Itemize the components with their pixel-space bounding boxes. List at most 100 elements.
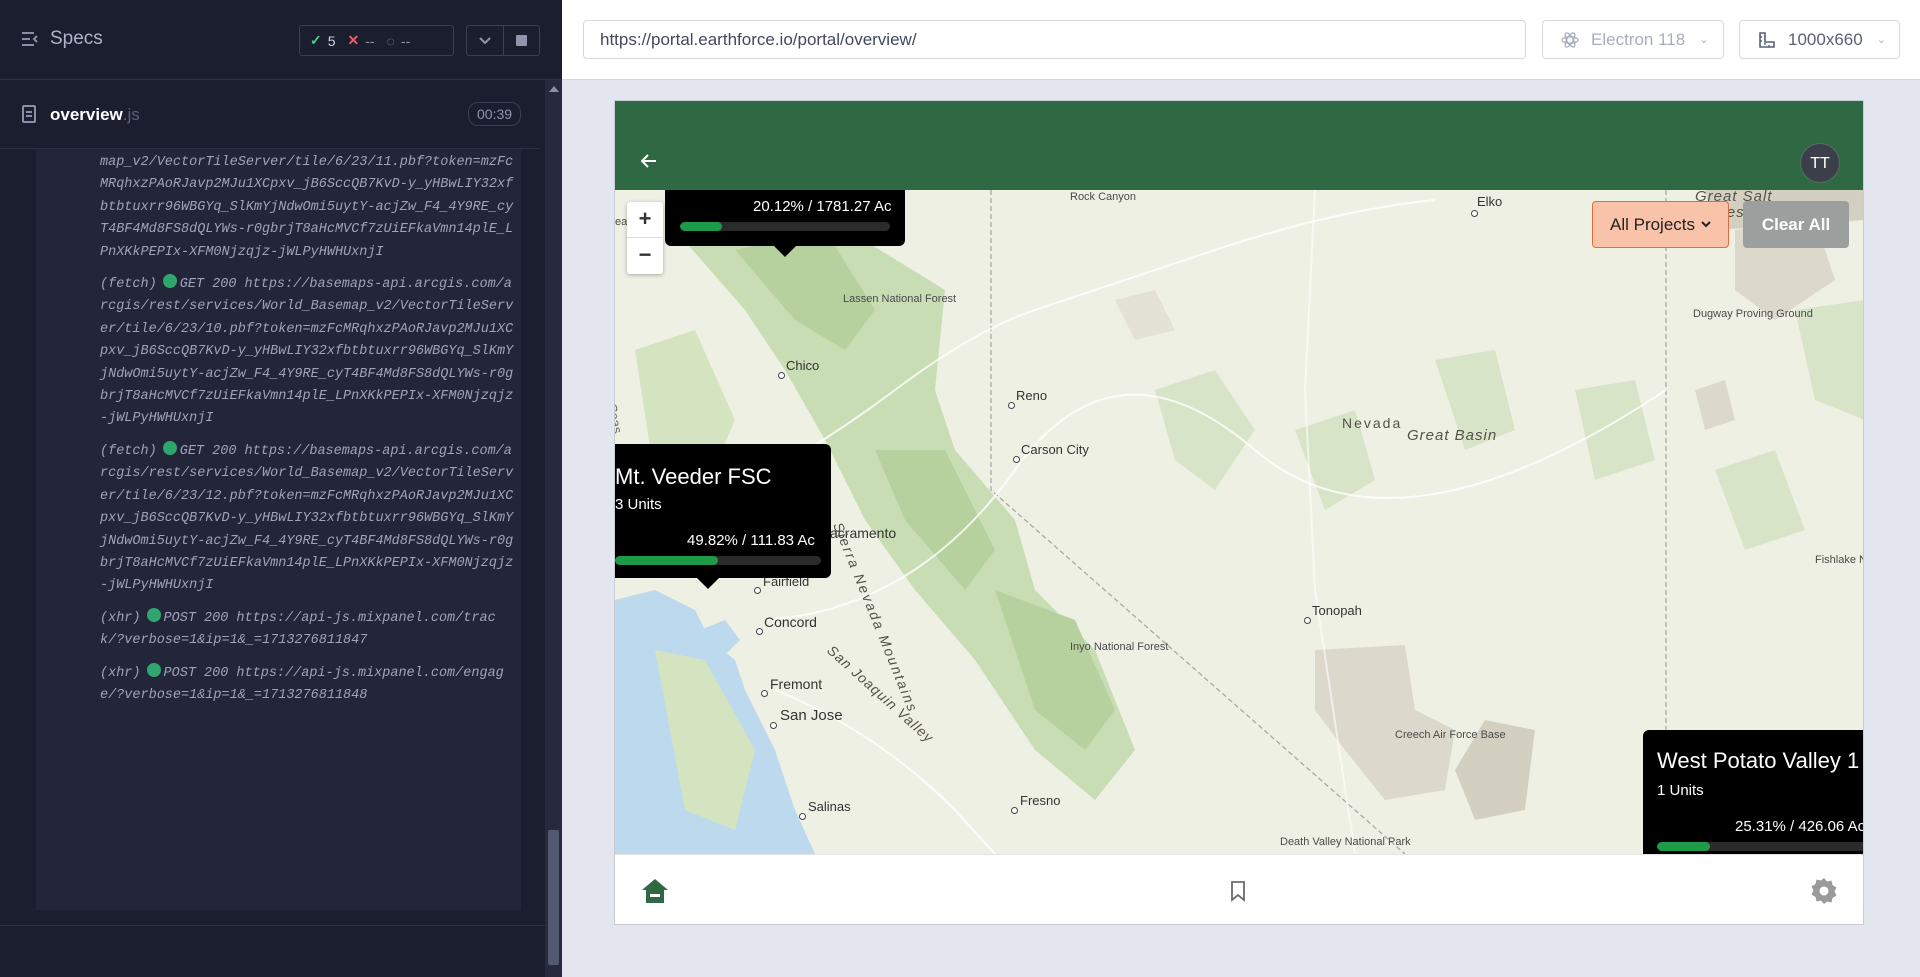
spec-ext-text: .js (122, 105, 140, 124)
command-log: map_v2/VectorTileServer/tile/6/23/11.pbf… (36, 149, 521, 910)
url-field[interactable]: https://portal.earthforce.io/portal/over… (583, 20, 1526, 59)
map-label-fremont: Fremont (770, 676, 823, 692)
chevron-down-icon (1701, 221, 1711, 228)
failed-count: -- (365, 32, 375, 49)
city-marker (1013, 456, 1020, 463)
pending-count: -- (400, 32, 411, 49)
map-label-salinas: Salinas (808, 799, 851, 814)
zoom-control: + − (627, 202, 663, 274)
back-arrow-icon[interactable] (640, 149, 657, 175)
status-dot-icon (162, 274, 177, 289)
city-marker (761, 690, 768, 697)
passed-count: 5 (327, 32, 336, 49)
project-popup-mt-veeder[interactable]: Mt. Veeder FSC 3 Units 49.82% / 111.83 A… (615, 444, 831, 589)
viewport-selector[interactable]: 1000x660 ⌄ (1739, 20, 1900, 59)
map-label-lassen: Lassen National Forest (843, 293, 957, 305)
map-label-concord: Concord (764, 614, 817, 630)
reporter-scrollbar[interactable] (545, 80, 562, 977)
list-collapse-icon (22, 32, 38, 46)
bottom-nav (615, 854, 1863, 924)
log-entry-text: POST 200 https://api-js.mixpanel.com/eng… (100, 665, 504, 703)
city-marker (1304, 617, 1311, 624)
clear-all-button[interactable]: Clear All (1743, 201, 1849, 248)
log-entry[interactable]: (fetch) GET 200 https://basemaps-api.arcg… (36, 274, 521, 431)
map-label-death-valley: Death Valley National Park (1280, 836, 1411, 848)
log-entry[interactable]: (xhr) POST 200 https://api-js.mixpanel.co… (36, 607, 521, 653)
aut-toolbar: https://portal.earthforce.io/portal/over… (562, 0, 1920, 80)
zoom-out-button[interactable]: − (627, 238, 663, 274)
reporter-footer-divider (0, 925, 545, 926)
project-progress-fill (1657, 842, 1711, 851)
spec-file-name: overview.js (50, 105, 140, 125)
stop-icon (516, 35, 527, 46)
map-label-chico: Chico (786, 358, 820, 373)
project-name: Mt. Veeder FSC (615, 464, 772, 489)
map-label-carson-city: Carson City (1021, 442, 1089, 457)
projects-map[interactable]: Rock Canyon Elko Great Salt Desert Dugwa… (615, 190, 1864, 854)
map-label-creech: Creech Air Force Base (1395, 729, 1506, 741)
spinner-icon: ◌ (386, 32, 395, 49)
specs-toggle-button[interactable]: Specs (22, 28, 103, 50)
passed-stat: ✓ 5 (310, 32, 336, 49)
project-progress-text: 25.31% / 426.06 Ac (1735, 818, 1864, 835)
city-marker (1011, 807, 1018, 814)
project-progress-bar (680, 222, 890, 231)
map-label-inyo: Inyo National Forest (1070, 641, 1169, 653)
test-stats: ✓ 5 ✕ -- ◌ -- (299, 25, 454, 56)
map-label-nevada: Nevada (1342, 415, 1403, 431)
city-marker (799, 813, 806, 820)
city-marker (1008, 402, 1015, 409)
project-progress-text: 49.82% / 111.83 Ac (687, 532, 815, 549)
spec-name-text: overview (50, 105, 123, 124)
project-popup[interactable]: 20.12% / 1781.27 Ac (665, 190, 905, 257)
app-header: TT (615, 101, 1863, 190)
map-label-tonopah: Tonopah (1312, 603, 1362, 618)
project-progress-bar (615, 556, 821, 565)
browser-selector[interactable]: Electron 118 ⌄ (1542, 20, 1724, 59)
status-dot-icon (146, 662, 161, 677)
chevron-down-icon: ⌄ (1699, 34, 1709, 46)
chevron-down-icon: ⌄ (1876, 34, 1886, 46)
browser-label: Electron 118 (1591, 29, 1686, 49)
zoom-in-button[interactable]: + (627, 202, 663, 238)
spec-duration-badge: 00:39 (468, 102, 522, 126)
map-label-elko: Elko (1477, 194, 1503, 209)
stop-button[interactable] (503, 25, 540, 56)
map-label-rock-canyon: Rock Canyon (1070, 191, 1137, 203)
log-entry-type: (xhr) (100, 665, 141, 681)
status-dot-icon (162, 440, 177, 455)
cypress-reporter: Specs ✓ 5 ✕ -- ◌ -- overview.js 00:39 map_v… (0, 0, 562, 977)
scrollbar-thumb[interactable] (548, 830, 559, 965)
scroll-up-icon[interactable] (549, 86, 559, 92)
gear-icon[interactable] (1810, 877, 1838, 905)
bookmark-icon[interactable] (1228, 880, 1248, 902)
all-projects-label: All Projects (1609, 214, 1696, 234)
electron-icon (1561, 31, 1579, 48)
pending-stat: ◌ -- (387, 33, 411, 49)
log-entry[interactable]: (xhr) POST 200 https://api-js.mixpanel.co… (36, 662, 521, 708)
map-label-reno: Reno (1016, 388, 1048, 403)
city-marker (770, 722, 777, 729)
spec-file-row[interactable]: overview.js 00:39 (0, 81, 540, 149)
map-label-fishlake: Fishlake National F (1815, 554, 1863, 566)
viewport-label: 1000x660 (1788, 29, 1863, 49)
log-entry-type: (fetch) (100, 277, 157, 293)
log-entry-type: (xhr) (100, 610, 141, 626)
home-icon[interactable] (641, 877, 669, 905)
city-marker (1471, 210, 1478, 217)
document-icon (22, 105, 36, 123)
all-projects-dropdown[interactable]: All Projects (1592, 201, 1729, 248)
log-entry-type: (fetch) (100, 443, 157, 459)
status-dot-icon (146, 607, 161, 622)
app-frame: TT Rock Canyon Elko Great Salt Desert Du… (614, 100, 1864, 925)
project-popup-west-potato-valley[interactable]: West Potato Valley 1 1 Units 25.31% / 42… (1643, 730, 1864, 854)
x-icon: ✕ (347, 32, 360, 48)
user-avatar[interactable]: TT (1800, 143, 1840, 183)
expand-collapse-button[interactable] (466, 25, 503, 56)
map-label-sacramento: acramento (830, 525, 897, 541)
reporter-header: Specs ✓ 5 ✕ -- ◌ -- (0, 0, 562, 80)
project-units: 1 Units (1657, 782, 1704, 799)
log-entry[interactable]: (fetch) GET 200 https://basemaps-api.arcg… (36, 440, 521, 598)
city-marker (778, 372, 785, 379)
project-name: West Potato Valley 1 (1657, 748, 1860, 773)
